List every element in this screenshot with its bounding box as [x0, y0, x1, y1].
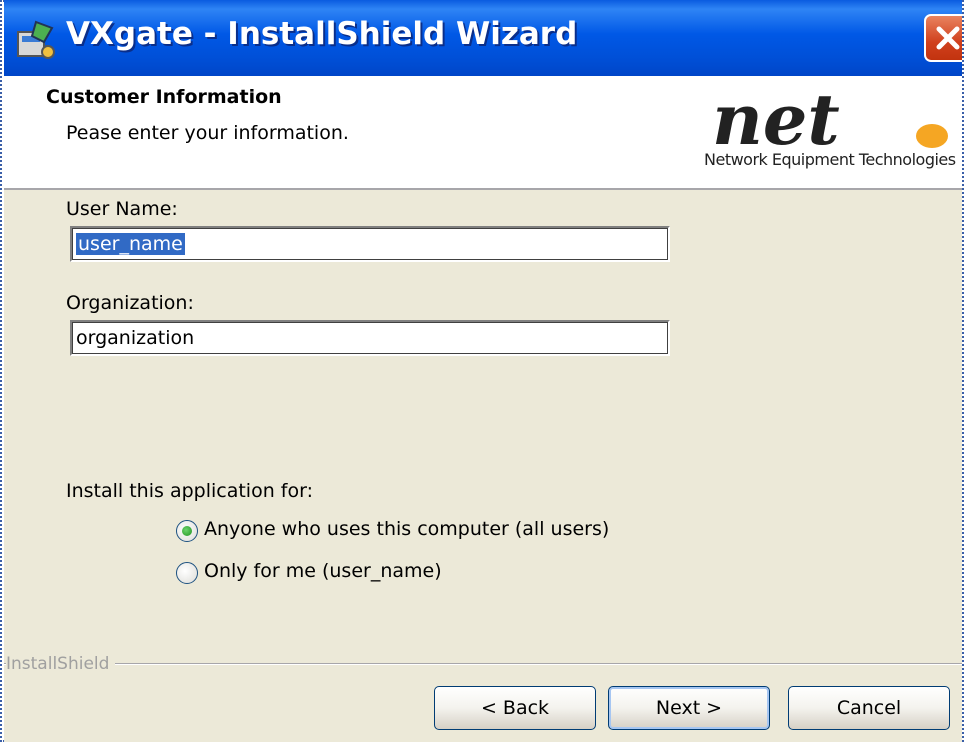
back-button[interactable]: < Back [434, 686, 596, 730]
footer-divider [4, 663, 962, 665]
radio-only-me-label: Only for me (user_name) [204, 560, 442, 582]
organization-value: organization [76, 327, 195, 349]
page-title: Customer Information [46, 86, 282, 108]
close-icon [936, 26, 960, 50]
user-name-value: user_name [76, 233, 185, 255]
close-button[interactable] [924, 14, 962, 62]
organization-field[interactable]: organization [70, 320, 670, 356]
radio-empty-icon [176, 562, 198, 584]
radio-selected-icon [176, 520, 198, 542]
next-button[interactable]: Next > [608, 686, 770, 730]
user-name-label: User Name: [66, 198, 178, 220]
installer-icon [14, 18, 58, 62]
dialog-header: Customer Information Pease enter your in… [4, 76, 962, 190]
installshield-brand: InstallShield [6, 654, 116, 674]
window-title: VXgate - InstallShield Wizard [66, 16, 578, 52]
logo-dot [916, 124, 948, 148]
installer-window: VXgate - InstallShield Wizard Customer I… [4, 0, 962, 742]
logo-text: net [712, 80, 840, 161]
radio-all-users-label: Anyone who uses this computer (all users… [204, 518, 610, 540]
install-for-label: Install this application for: [66, 480, 313, 502]
user-name-field[interactable]: user_name [70, 226, 670, 262]
title-bar[interactable]: VXgate - InstallShield Wizard [4, 0, 962, 76]
organization-label: Organization: [66, 292, 194, 314]
page-subtitle: Pease enter your information. [66, 122, 349, 144]
dialog-body: User Name: user_name Organization: organ… [4, 190, 962, 742]
cancel-button[interactable]: Cancel [788, 686, 950, 730]
logo-tagline: Network Equipment Technologies [704, 150, 956, 169]
